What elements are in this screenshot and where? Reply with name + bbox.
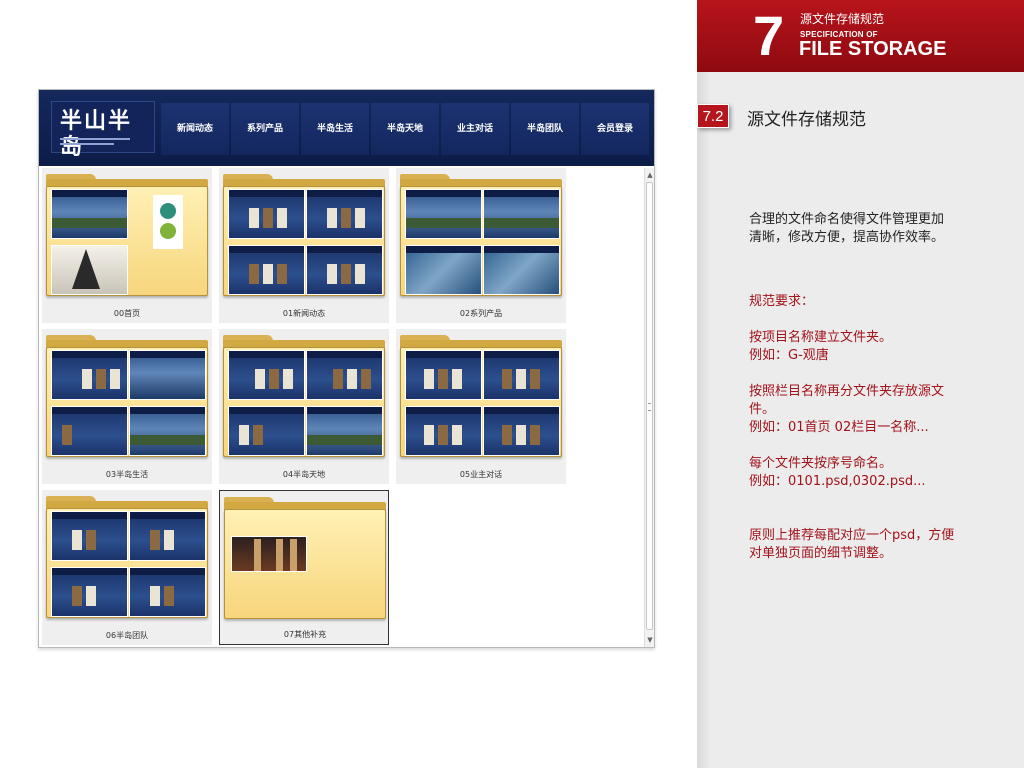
folder-label: 00首页 (113, 309, 141, 318)
preview-thumbnail (405, 350, 482, 400)
preview-thumbnail (228, 350, 305, 400)
intro-text: 合理的文件命名使得文件管理更加 清晰，修改方便，提高协作效率。 (749, 211, 989, 247)
text-line: 原则上推荐每配对应一个psd，方便 (749, 528, 955, 543)
nav-item-life[interactable]: 半岛生活 (301, 103, 369, 155)
chapter-number: 7 (753, 4, 785, 67)
folder-tile[interactable]: 00首页 (42, 168, 212, 323)
preview-thumbnail (51, 189, 128, 239)
preview-thumbnail (129, 567, 206, 617)
nav-item-dialogue[interactable]: 业主对话 (441, 103, 509, 155)
preview-thumbnail (129, 406, 206, 456)
folder-label: 03半岛生活 (105, 470, 149, 479)
left-panel: 半山半岛 新闻动态 系列产品 半岛生活 半岛天地 业主对话 半岛团队 会员登录 (0, 0, 697, 768)
rule-subfolder-by-section: 按照栏目名称再分文件夹存放源文 件。 例如：01首页 02栏目一名称... (749, 383, 989, 437)
folder-tile-selected[interactable]: 07其他补充 (219, 490, 389, 645)
text-line: 例如：0101.psd,0302.psd... (749, 474, 926, 489)
text-line: 按照栏目名称再分文件夹存放源文 (749, 384, 945, 399)
text-line: 例如：01首页 02栏目一名称... (749, 420, 929, 435)
preview-thumbnail (51, 511, 128, 561)
folder-tile[interactable]: 04半岛天地 (219, 329, 389, 484)
section-title: 源文件存储规范 (747, 110, 866, 130)
preview-thumbnail (405, 406, 482, 456)
folder-tile[interactable]: 01新闻动态 (219, 168, 389, 323)
logo-subline (60, 143, 114, 145)
folder-icon (223, 335, 385, 457)
right-panel: 7 源文件存储规范 SPECIFICATION OF FILE STORAGE … (697, 0, 1024, 768)
nav-item-news[interactable]: 新闻动态 (161, 103, 229, 155)
folder-label: 02系列产品 (459, 309, 503, 318)
requirements-title: 规范要求： (749, 294, 815, 309)
folder-icon (46, 496, 208, 618)
text-line: 每个文件夹按序号命名。 (749, 456, 893, 471)
logo-subline (60, 138, 130, 140)
scroll-thumb[interactable] (646, 182, 653, 630)
nav-item-products[interactable]: 系列产品 (231, 103, 299, 155)
folder-label: 01新闻动态 (282, 309, 326, 318)
preview-thumbnail (51, 567, 128, 617)
vertical-scrollbar[interactable]: ▲ ▼ (644, 168, 654, 647)
folder-label: 07其他补充 (283, 630, 327, 639)
preview-thumbnail (483, 189, 560, 239)
text-line: 例如：G-观唐 (749, 348, 829, 363)
preview-thumbnail (51, 406, 128, 456)
preview-thumbnail (306, 350, 383, 400)
text-line: 合理的文件命名使得文件管理更加 (749, 212, 945, 227)
nav-item-login[interactable]: 会员登录 (581, 103, 649, 155)
chapter-title-cn: 源文件存储规范 (800, 12, 885, 26)
folder-tile[interactable]: 02系列产品 (396, 168, 566, 323)
text-line: 清晰，修改方便，提高协作效率。 (749, 230, 945, 245)
text-line: 对单独页面的细节调整。 (749, 546, 893, 561)
folder-label: 05业主对话 (459, 470, 503, 479)
text-line: 件。 (749, 402, 776, 417)
preview-thumbnail (306, 245, 383, 295)
section-number-badge: 7.2 (697, 104, 729, 128)
folder-tile[interactable]: 03半岛生活 (42, 329, 212, 484)
preview-thumbnail (228, 189, 305, 239)
folder-icon (46, 174, 208, 296)
nav-item-world[interactable]: 半岛天地 (371, 103, 439, 155)
preview-thumbnail (129, 511, 206, 561)
preview-thumbnail (51, 350, 128, 400)
logo-text: 半山半岛 (60, 108, 133, 160)
folder-tile[interactable]: 06半岛团队 (42, 490, 212, 645)
bubble-graphic (153, 195, 183, 249)
folder-label: 06半岛团队 (105, 631, 149, 640)
folder-icon (46, 335, 208, 457)
site-header: 半山半岛 新闻动态 系列产品 半岛生活 半岛天地 业主对话 半岛团队 会员登录 (39, 90, 654, 166)
preview-thumbnail (306, 189, 383, 239)
folder-grid: 00首页 01新闻动态 02系列产品 03半岛生活 04半岛天地 05业主对话 … (39, 168, 643, 647)
preview-thumbnail (231, 536, 307, 572)
preview-thumbnail (405, 245, 482, 295)
preview-thumbnail (483, 245, 560, 295)
rule-folder-by-project: 按项目名称建立文件夹。 例如：G-观唐 (749, 329, 989, 365)
scroll-up-arrow-icon[interactable]: ▲ (645, 170, 655, 180)
preview-thumbnail (306, 406, 383, 456)
preview-thumbnail (228, 245, 305, 295)
site-logo[interactable]: 半山半岛 (51, 101, 155, 160)
chapter-header: 7 源文件存储规范 SPECIFICATION OF FILE STORAGE (697, 0, 1024, 72)
folder-label: 04半岛天地 (282, 470, 326, 479)
folder-icon (400, 335, 562, 457)
recommendation-note: 原则上推荐每配对应一个psd，方便 对单独页面的细节调整。 (749, 527, 989, 563)
nav-item-team[interactable]: 半岛团队 (511, 103, 579, 155)
folder-icon (224, 497, 386, 619)
folder-icon (223, 174, 385, 296)
folder-window: 半山半岛 新闻动态 系列产品 半岛生活 半岛天地 业主对话 半岛团队 会员登录 (38, 89, 655, 648)
preview-thumbnail (483, 350, 560, 400)
chapter-title-en: FILE STORAGE (799, 38, 947, 60)
preview-thumbnail (129, 350, 206, 400)
grip-icon (648, 403, 651, 411)
folder-tile[interactable]: 05业主对话 (396, 329, 566, 484)
preview-thumbnail (483, 406, 560, 456)
text-line: 按项目名称建立文件夹。 (749, 330, 893, 345)
preview-thumbnail (405, 189, 482, 239)
folder-icon (400, 174, 562, 296)
rule-file-numbering: 每个文件夹按序号命名。 例如：0101.psd,0302.psd... (749, 455, 989, 491)
scroll-down-arrow-icon[interactable]: ▼ (645, 635, 655, 645)
preview-thumbnail (51, 245, 128, 295)
preview-thumbnail (228, 406, 305, 456)
